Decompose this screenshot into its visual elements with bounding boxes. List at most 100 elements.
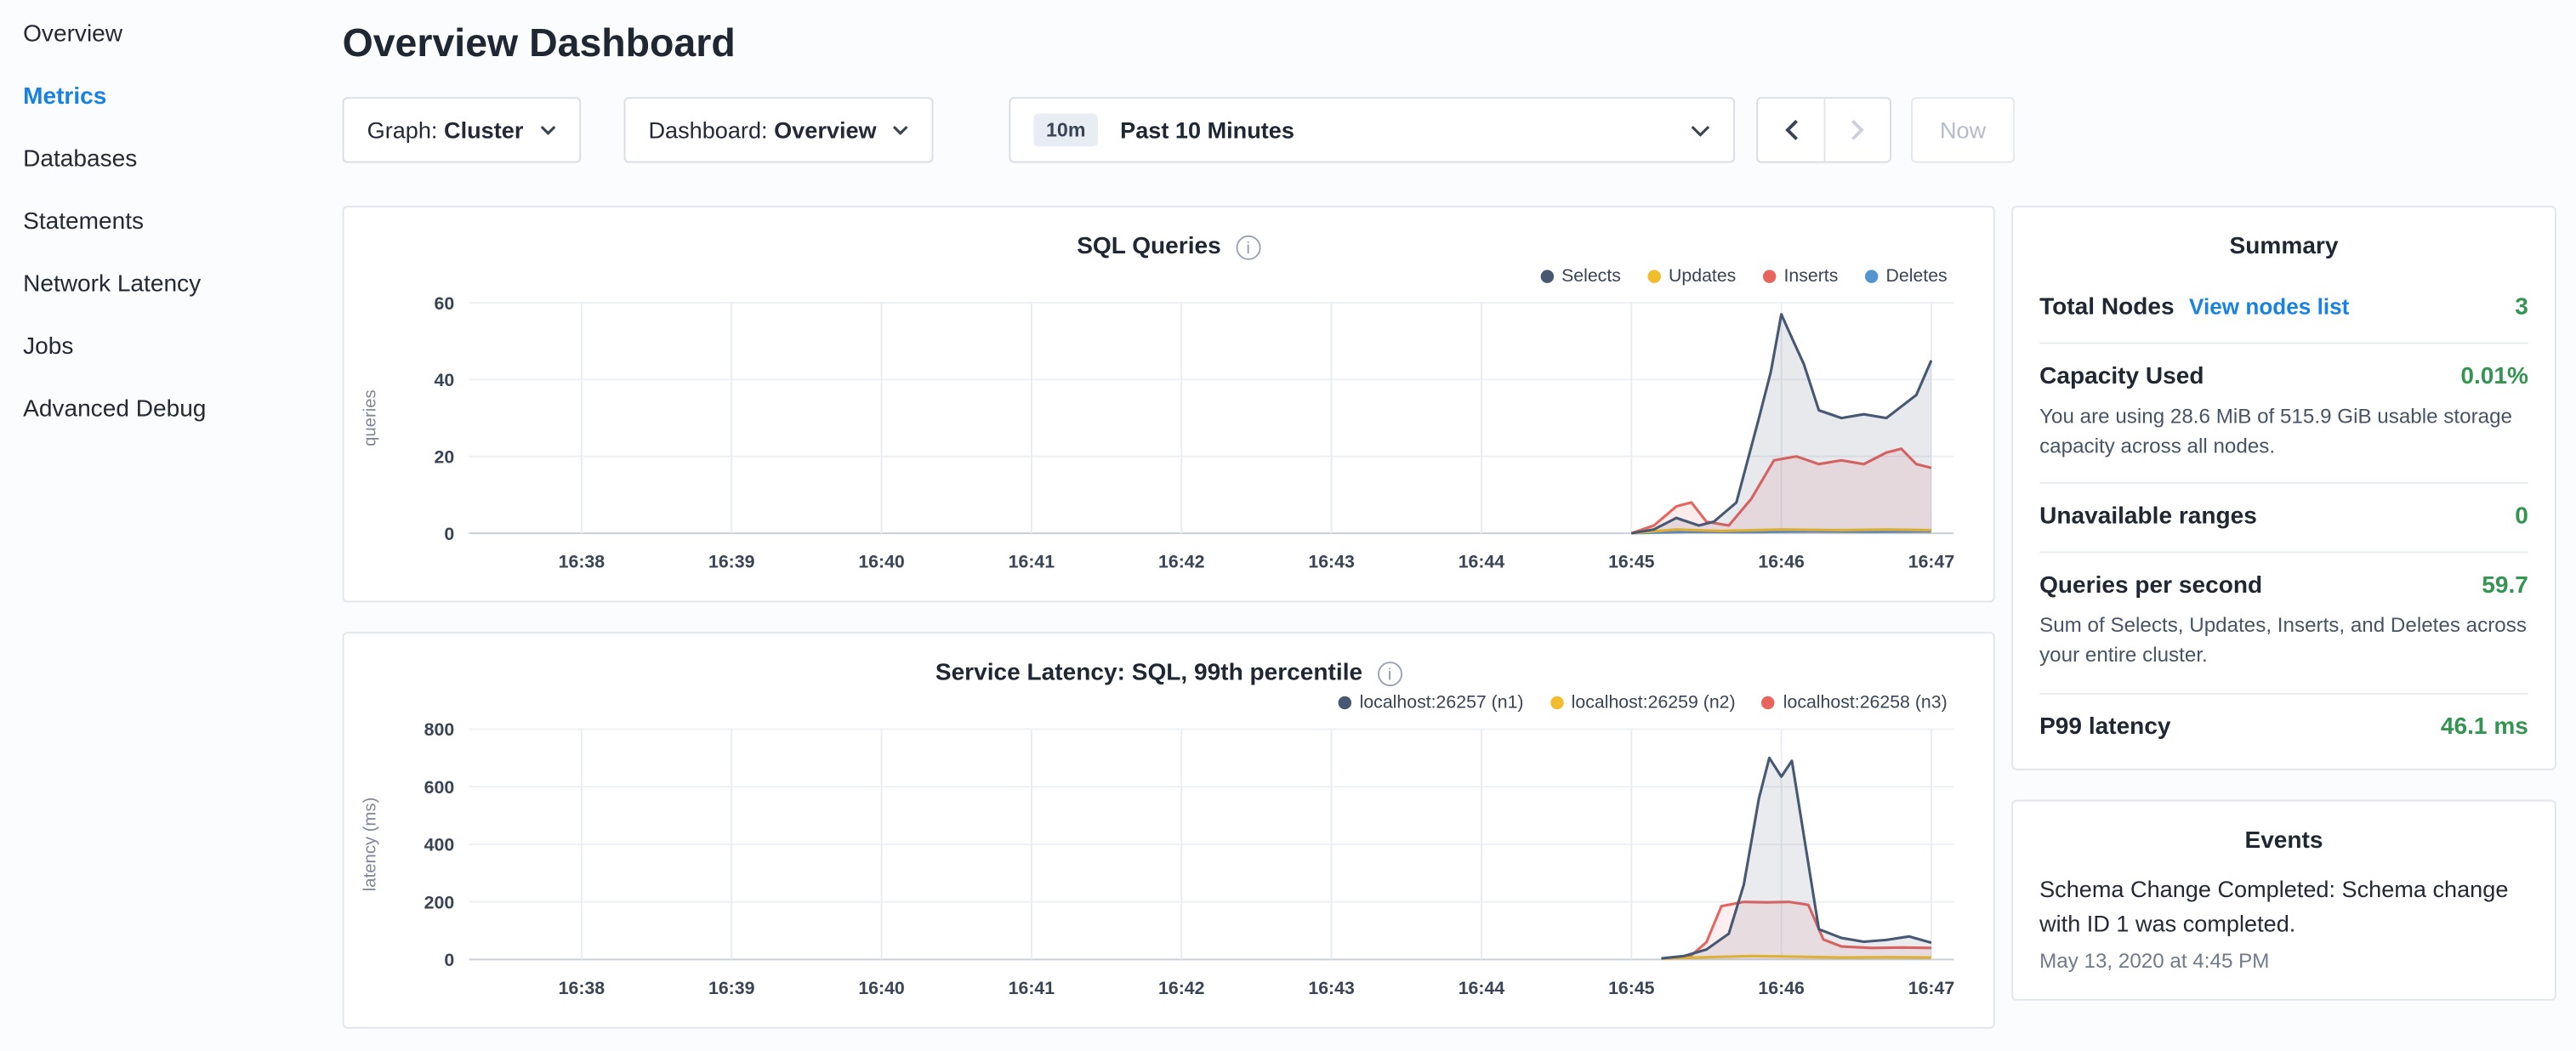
chart-legend: Selects Updates Inserts Deletes bbox=[344, 267, 1948, 287]
service-latency-chart[interactable]: 020040060080016:3816:3916:4016:4116:4216… bbox=[354, 716, 1993, 1017]
summary-value: 46.1 ms bbox=[2441, 713, 2528, 740]
sidebar-item-metrics[interactable]: Metrics bbox=[0, 65, 322, 128]
info-icon[interactable]: i bbox=[1236, 235, 1260, 259]
chart-title: Service Latency: SQL, 99th percentile bbox=[935, 660, 1362, 686]
charts-column: SQL Queries i Selects Updates Inserts Delet… bbox=[343, 206, 1995, 1051]
summary-row-unavailable-ranges: Unavailable ranges0 bbox=[2039, 485, 2528, 554]
summary-value: 0.01% bbox=[2460, 364, 2528, 390]
svg-text:200: 200 bbox=[424, 892, 455, 912]
view-nodes-list-link[interactable]: View nodes list bbox=[2189, 294, 2349, 319]
svg-text:16:46: 16:46 bbox=[1758, 552, 1805, 572]
sidebar-item-advanced-debug[interactable]: Advanced Debug bbox=[0, 378, 322, 441]
time-range-label: Past 10 Minutes bbox=[1120, 116, 1294, 143]
svg-text:600: 600 bbox=[424, 777, 455, 798]
legend-label: Selects bbox=[1561, 267, 1621, 287]
graph-scope-text: Graph: Cluster bbox=[367, 116, 524, 143]
summary-description: Sum of Selects, Updates, Inserts, and De… bbox=[2039, 611, 2528, 671]
event-text: Schema Change Completed: Schema change w… bbox=[2039, 872, 2528, 943]
legend-item[interactable]: localhost:26259 (n2) bbox=[1550, 693, 1736, 713]
legend-label: Updates bbox=[1669, 267, 1736, 287]
time-forward-button[interactable] bbox=[1824, 99, 1890, 162]
svg-text:16:42: 16:42 bbox=[1158, 978, 1204, 998]
legend-item[interactable]: Updates bbox=[1647, 267, 1736, 287]
summary-label: Total Nodes bbox=[2039, 294, 2175, 321]
svg-text:16:43: 16:43 bbox=[1308, 552, 1355, 572]
dashboard-layout: SQL Queries i Selects Updates Inserts Delet… bbox=[343, 206, 2558, 1051]
summary-description: You are using 28.6 MiB of 515.9 GiB usab… bbox=[2039, 401, 2528, 461]
svg-text:16:44: 16:44 bbox=[1459, 552, 1505, 572]
event-timestamp: May 13, 2020 at 4:45 PM bbox=[2039, 950, 2528, 973]
svg-text:40: 40 bbox=[435, 370, 455, 390]
svg-text:400: 400 bbox=[424, 835, 455, 855]
legend-item[interactable]: Deletes bbox=[1864, 267, 1947, 287]
svg-text:16:39: 16:39 bbox=[708, 552, 755, 572]
svg-text:16:38: 16:38 bbox=[559, 552, 606, 572]
svg-text:16:47: 16:47 bbox=[1908, 552, 1954, 572]
svg-text:800: 800 bbox=[424, 719, 455, 740]
legend-label: localhost:26259 (n2) bbox=[1572, 693, 1736, 713]
sidebar-item-databases[interactable]: Databases bbox=[0, 128, 322, 191]
svg-text:latency (ms): latency (ms) bbox=[361, 798, 379, 892]
summary-row-total-nodes: Total Nodes View nodes list 3 bbox=[2039, 275, 2528, 344]
sql-queries-chart-panel: SQL Queries i Selects Updates Inserts Delet… bbox=[343, 206, 1995, 602]
svg-text:16:40: 16:40 bbox=[858, 552, 904, 572]
svg-text:0: 0 bbox=[444, 524, 454, 544]
sidebar-item-overview[interactable]: Overview bbox=[0, 3, 322, 66]
main-content: Overview Dashboard Graph: Cluster Dashbo… bbox=[343, 0, 2558, 1051]
chart-legend: localhost:26257 (n1) localhost:26259 (n2)… bbox=[344, 693, 1948, 713]
sidebar-item-network-latency[interactable]: Network Latency bbox=[0, 253, 322, 316]
legend-dot bbox=[1647, 270, 1660, 282]
info-icon[interactable]: i bbox=[1378, 661, 1402, 685]
summary-value: 0 bbox=[2515, 504, 2528, 531]
summary-body: Total Nodes View nodes list 3 Capacity Used… bbox=[2013, 275, 2555, 768]
time-nav-group bbox=[1757, 97, 1892, 162]
service-latency-chart-panel: Service Latency: SQL, 99th percentile i … bbox=[343, 632, 1995, 1028]
legend-item[interactable]: Selects bbox=[1540, 267, 1621, 287]
events-title: Events bbox=[2013, 801, 2555, 868]
legend-label: Deletes bbox=[1886, 267, 1948, 287]
chevron-down-icon bbox=[893, 125, 909, 135]
svg-text:16:47: 16:47 bbox=[1908, 978, 1954, 998]
legend-label: localhost:26258 (n3) bbox=[1783, 693, 1948, 713]
chart-title-row: SQL Queries i bbox=[344, 234, 1993, 260]
sidebar: OverviewMetricsDatabasesStatementsNetwor… bbox=[0, 0, 322, 1051]
svg-text:16:46: 16:46 bbox=[1758, 978, 1805, 998]
page-title: Overview Dashboard bbox=[343, 21, 2558, 67]
summary-title: Summary bbox=[2013, 207, 2555, 275]
sidebar-item-jobs[interactable]: Jobs bbox=[0, 316, 322, 379]
summary-label: Queries per second bbox=[2039, 573, 2262, 599]
graph-scope-dropdown[interactable]: Graph: Cluster bbox=[343, 97, 582, 162]
svg-text:16:42: 16:42 bbox=[1158, 552, 1204, 572]
summary-value: 3 bbox=[2515, 294, 2528, 321]
legend-item[interactable]: Inserts bbox=[1762, 267, 1838, 287]
summary-row-capacity-used: Capacity Used0.01%You are using 28.6 MiB… bbox=[2039, 344, 2528, 485]
chevron-down-icon bbox=[540, 125, 556, 135]
summary-row-queries-per-second: Queries per second 59.7 Sum of Selects, Up… bbox=[2039, 554, 2528, 694]
legend-label: Inserts bbox=[1783, 267, 1838, 287]
sql-queries-chart[interactable]: 020406016:3816:3916:4016:4116:4216:4316:… bbox=[354, 290, 1993, 591]
time-back-button[interactable] bbox=[1759, 99, 1824, 162]
now-button[interactable]: Now bbox=[1912, 97, 2014, 162]
app-root: OverviewMetricsDatabasesStatementsNetwor… bbox=[0, 0, 2576, 1051]
svg-text:16:41: 16:41 bbox=[1009, 552, 1055, 572]
svg-text:16:43: 16:43 bbox=[1308, 978, 1355, 998]
svg-text:queries: queries bbox=[361, 389, 379, 446]
dashboard-text: Dashboard: Overview bbox=[648, 116, 876, 143]
legend-dot bbox=[1540, 270, 1553, 282]
time-range-dropdown[interactable]: 10m Past 10 Minutes bbox=[1009, 97, 1736, 162]
legend-dot bbox=[1762, 696, 1775, 709]
legend-dot bbox=[1550, 696, 1563, 709]
legend-item[interactable]: localhost:26258 (n3) bbox=[1762, 693, 1948, 713]
controls-bar: Graph: Cluster Dashboard: Overview 10m P… bbox=[343, 95, 2558, 164]
sidebar-item-statements[interactable]: Statements bbox=[0, 191, 322, 254]
legend-dot bbox=[1762, 270, 1775, 282]
summary-value: 59.7 bbox=[2482, 573, 2528, 599]
chevron-right-icon bbox=[1851, 118, 1865, 141]
legend-item[interactable]: localhost:26257 (n1) bbox=[1338, 693, 1523, 713]
legend-dot bbox=[1338, 696, 1351, 709]
right-column: Summary Total Nodes View nodes list 3 Capac… bbox=[2011, 206, 2556, 1001]
svg-text:16:38: 16:38 bbox=[559, 978, 606, 998]
dashboard-dropdown[interactable]: Dashboard: Overview bbox=[623, 97, 934, 162]
chevron-down-icon bbox=[1692, 124, 1711, 136]
svg-text:16:45: 16:45 bbox=[1608, 552, 1655, 572]
